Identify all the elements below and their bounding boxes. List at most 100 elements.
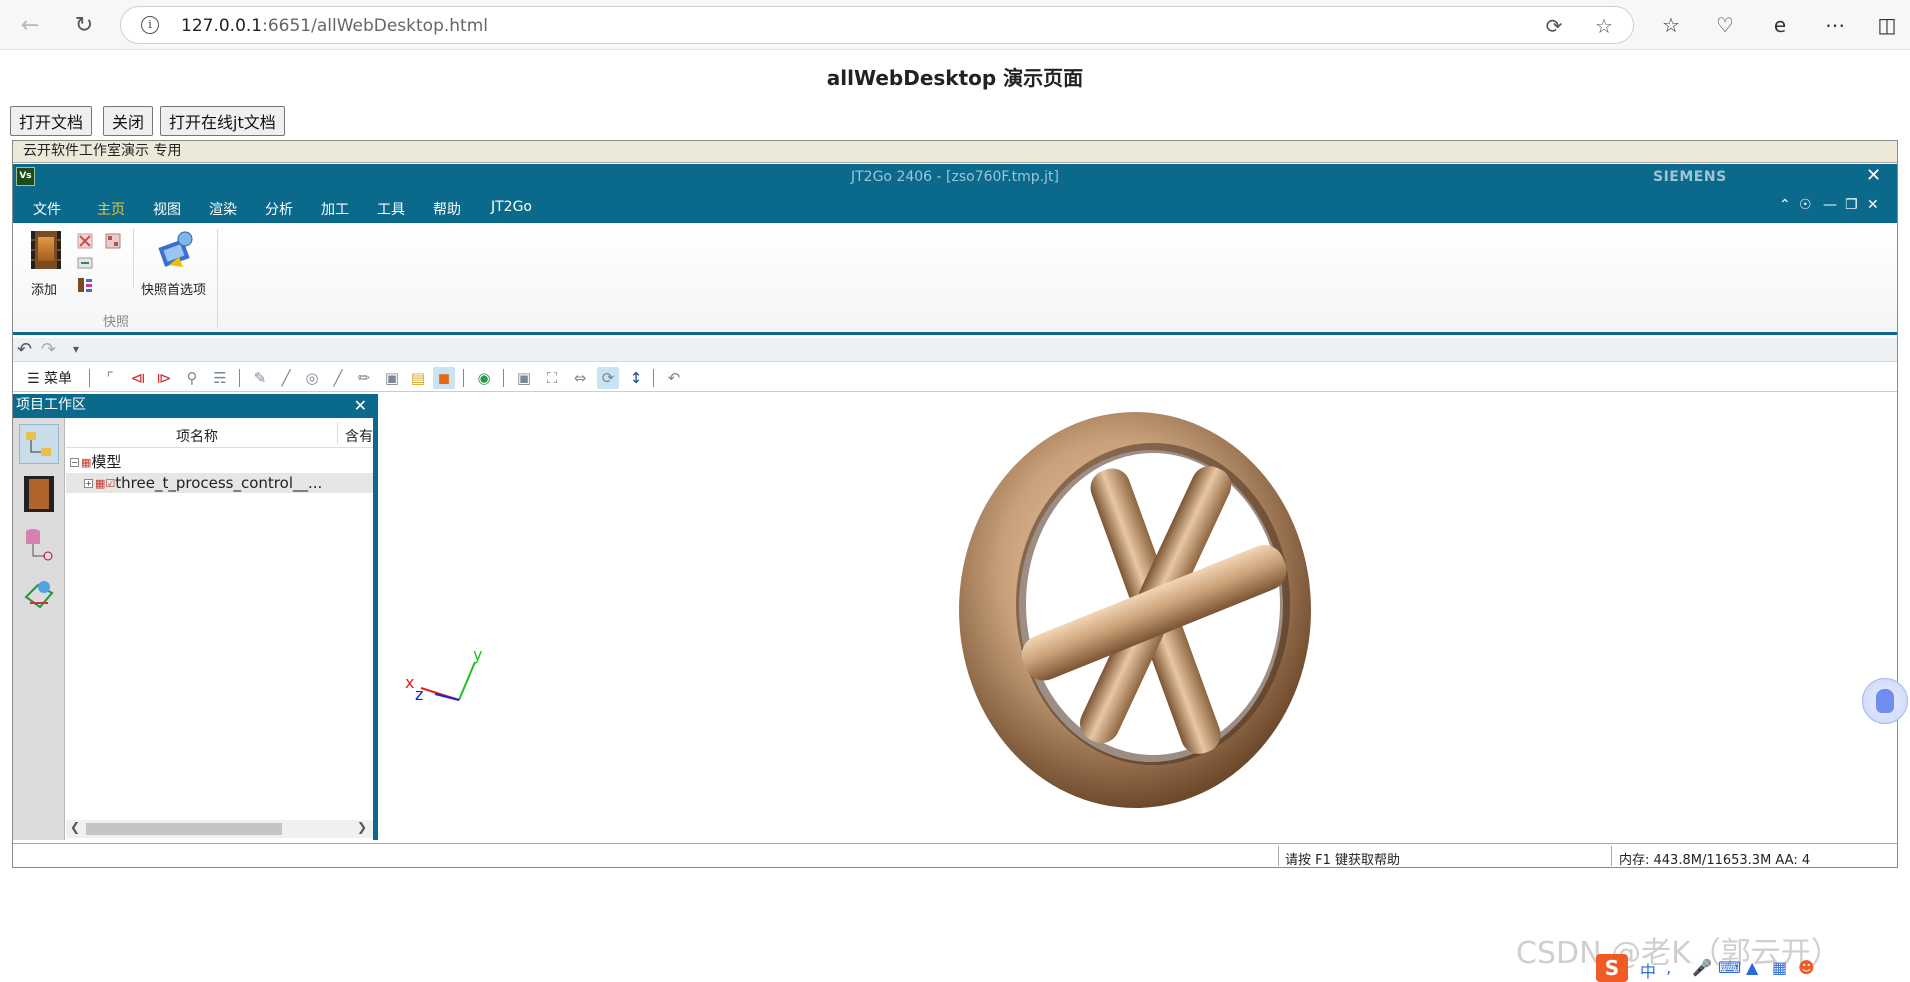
column-header-name[interactable]: 项名称	[176, 426, 218, 446]
markup-icon[interactable]: ✎	[249, 367, 271, 389]
delete-snapshot-icon[interactable]	[77, 233, 93, 249]
browser-health-icon[interactable]: ♡	[1710, 10, 1740, 40]
circle-icon[interactable]: ◎	[301, 367, 323, 389]
ribbon-tabs: 文件 主页 视图 渲染 分析 加工 工具 帮助 JT2Go ⌃ ☉ — ❐ ✕	[13, 189, 1897, 223]
workspace-side-tabs	[13, 418, 65, 840]
collapse-icon[interactable]: −	[70, 458, 79, 467]
visibility-check-icon[interactable]: ☑	[105, 474, 115, 494]
globe-icon[interactable]: ◉	[473, 367, 495, 389]
next-icon[interactable]: ⧐	[153, 367, 175, 389]
expand-icon[interactable]: +	[84, 479, 93, 488]
close-icon[interactable]: ✕	[354, 394, 367, 417]
sidebar-toggle-icon[interactable]: ◫	[1872, 10, 1902, 40]
layers-icon[interactable]: ▤	[407, 367, 429, 389]
ime-logo-icon[interactable]: S	[1596, 954, 1628, 982]
snapshot-grid-icon[interactable]	[105, 233, 121, 249]
wheel-model[interactable]	[383, 394, 1897, 840]
close-icon[interactable]: ✕	[1867, 197, 1879, 213]
ribbon-collapse-icon[interactable]: ⌃	[1779, 197, 1791, 213]
restore-icon[interactable]: ❐	[1845, 197, 1858, 213]
tab-jt2go[interactable]: JT2Go	[491, 199, 532, 215]
tab-tools[interactable]: 工具	[377, 199, 405, 219]
column-divider[interactable]	[337, 422, 338, 444]
more-menu-icon[interactable]: ⋯	[1820, 10, 1850, 40]
menu-button[interactable]: ☰ 菜单	[27, 368, 72, 388]
minimize-icon[interactable]: —	[1823, 197, 1837, 213]
open-document-button[interactable]: 打开文档	[10, 106, 93, 136]
favorite-star-icon[interactable]: ☆	[1591, 13, 1617, 39]
favorites-list-icon[interactable]: ☆	[1656, 10, 1686, 40]
pen-icon[interactable]: ✏	[353, 367, 375, 389]
snapshot-list-icon[interactable]	[77, 277, 93, 293]
status-help-text: 请按 F1 键获取帮助	[1285, 853, 1401, 868]
tab-render[interactable]: 渲染	[209, 199, 237, 219]
scroll-right-icon[interactable]: ❯	[357, 820, 367, 834]
column-header-contains[interactable]: 含有	[345, 426, 373, 446]
database-tab-icon[interactable]	[19, 524, 59, 564]
address-bar[interactable]: i 127.0.0.1:6651/allWebDesktop.html ⟳ ☆	[120, 6, 1634, 44]
snapshot-preferences-label[interactable]: 快照首选项	[141, 279, 206, 298]
url-text[interactable]: 127.0.0.1:6651/allWebDesktop.html	[181, 16, 488, 36]
zoom-window-icon[interactable]: ▣	[513, 367, 535, 389]
fit-all-icon[interactable]: ⛶	[541, 367, 563, 389]
back-arrow-icon[interactable]: ←	[14, 9, 46, 41]
horizontal-scrollbar[interactable]: ❮ ❯	[66, 820, 373, 838]
edge-icon[interactable]: e	[1765, 10, 1795, 40]
help-icon[interactable]: ☉	[1799, 197, 1812, 213]
reset-view-icon[interactable]: ↶	[663, 367, 685, 389]
ime-mascot-icon[interactable]: ☻	[1798, 958, 1815, 977]
ime-language-toggle[interactable]: 中	[1640, 958, 1656, 982]
structure-icon[interactable]: ⌜	[99, 367, 121, 389]
tree-node-model[interactable]: − ▦模型	[70, 452, 121, 472]
fit-width-icon[interactable]: ⇔	[569, 367, 591, 389]
microphone-icon[interactable]: 🎤	[1692, 958, 1712, 977]
previous-icon[interactable]: ⧏	[127, 367, 149, 389]
tab-machining[interactable]: 加工	[321, 199, 349, 219]
close-icon[interactable]: ✕	[1866, 165, 1881, 186]
site-info-icon[interactable]: i	[141, 16, 159, 34]
floating-assistant-icon[interactable]	[1862, 678, 1908, 724]
tab-view[interactable]: 视图	[153, 199, 181, 219]
keyboard-icon[interactable]: ⌨	[1718, 958, 1741, 977]
shaded-cube-icon[interactable]: ◼	[433, 367, 455, 389]
tab-file[interactable]: 文件	[33, 199, 61, 219]
3d-viewport[interactable]: y x z	[383, 394, 1897, 840]
tab-help[interactable]: 帮助	[433, 199, 461, 219]
add-snapshot-label[interactable]: 添加	[31, 279, 57, 298]
ribbon-group-separator	[217, 229, 218, 327]
update-snapshot-icon[interactable]	[77, 255, 93, 271]
tab-analysis[interactable]: 分析	[265, 199, 293, 219]
undo-icon[interactable]: ↶	[17, 339, 32, 360]
tree-node-part[interactable]: + ▦☑three_t_process_control__...	[66, 473, 373, 493]
project-workspace-panel: 项目工作区 ✕ 项名称 含有 − ▦模型 + ▦☑three_t_process…	[13, 394, 378, 840]
read-aloud-icon[interactable]: ⟳	[1541, 13, 1567, 39]
toolbox-grid-icon[interactable]: ▦	[1772, 958, 1787, 977]
tab-home[interactable]: 主页	[97, 199, 125, 219]
status-separator	[1611, 846, 1612, 866]
binoculars-icon[interactable]: ☴	[209, 367, 231, 389]
filmstrip-tab-icon[interactable]	[19, 474, 59, 514]
model-tree-tab-icon[interactable]	[19, 424, 59, 464]
status-separator	[1278, 846, 1279, 866]
close-button[interactable]: 关闭	[103, 106, 154, 136]
box-icon[interactable]: ▣	[381, 367, 403, 389]
snapshot-preferences-icon[interactable]	[155, 229, 197, 269]
vertical-axis-icon[interactable]: ↕	[625, 367, 647, 389]
assembly-tab-icon[interactable]	[19, 574, 59, 614]
filmstrip-add-icon[interactable]	[31, 231, 61, 269]
quick-access-bar: ↶ ↷ ▾	[13, 338, 1897, 362]
rotate-icon[interactable]: ⟳	[597, 367, 619, 389]
skin-shirt-icon[interactable]: ▲	[1746, 958, 1758, 977]
refresh-icon[interactable]: ↻	[68, 9, 100, 41]
punctuation-icon[interactable]: ‚	[1666, 958, 1671, 977]
zoom-icon[interactable]: ⚲	[181, 367, 203, 389]
customize-dropdown-icon[interactable]: ▾	[73, 342, 79, 356]
scroll-left-icon[interactable]: ❮	[70, 820, 80, 834]
redo-icon[interactable]: ↷	[41, 339, 56, 360]
axis-triad: y x z	[405, 645, 482, 704]
toolbar-separator	[239, 369, 240, 387]
measure-icon[interactable]: ╱	[327, 367, 349, 389]
open-online-jt-button[interactable]: 打开在线jt文档	[160, 106, 285, 136]
scrollbar-thumb[interactable]	[86, 823, 282, 835]
line-icon[interactable]: ╱	[275, 367, 297, 389]
